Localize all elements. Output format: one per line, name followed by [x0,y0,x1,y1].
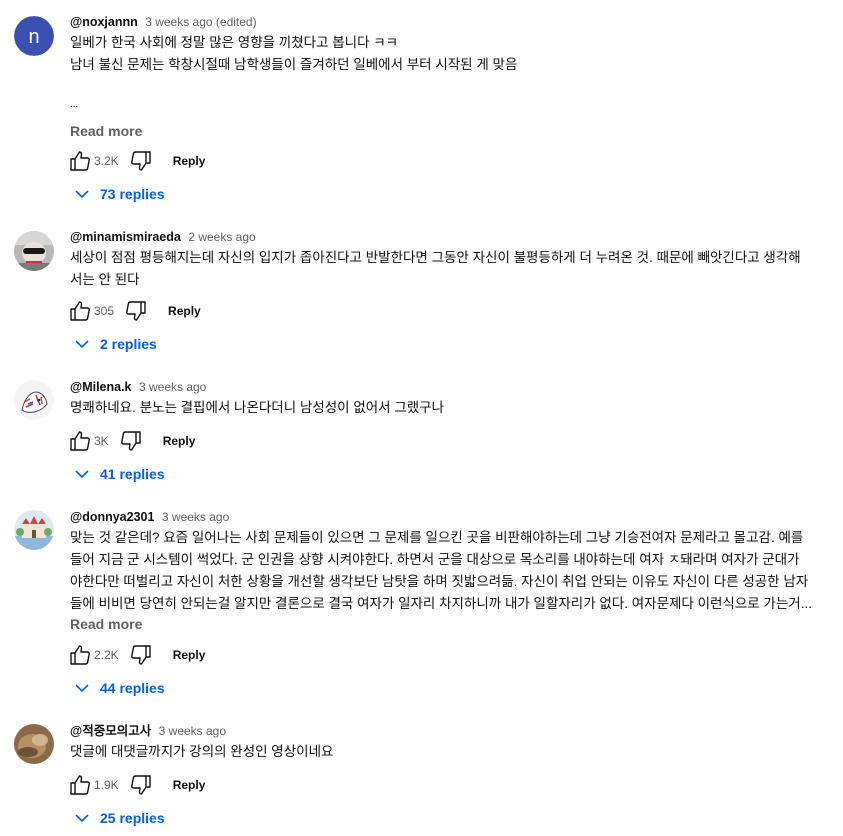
comment-text: 세상이 점점 평등해지는데 자신의 입지가 좁아진다고 반발한다면 그동안 자신… [70,247,830,291]
like-count: 3.2K [94,154,119,168]
reply-button[interactable]: Reply [173,154,206,168]
read-more-button[interactable]: Read more [70,122,142,140]
comment-time[interactable]: 3 weeks ago (edited) [145,15,256,29]
comment-text: 댓글에 대댓글까지가 강의의 완성인 영상이네요 [70,741,830,763]
avatar[interactable] [14,510,54,550]
chevron-down-icon [72,184,92,204]
view-replies-button[interactable]: 73 replies [68,176,173,212]
avatar-photo-icon [14,724,54,764]
comment-time[interactable]: 3 weeks ago [162,510,229,524]
dislike-icon[interactable] [129,643,153,667]
comment-toolbar: 305 Reply [68,299,201,323]
comment-toolbar: 3K Reply [68,429,195,453]
view-replies-button[interactable]: 25 replies [68,800,173,836]
comment-header: @minamismiraeda 2 weeks ago [70,228,256,246]
like-icon[interactable] [68,773,92,797]
like-icon[interactable] [68,429,92,453]
avatar[interactable] [14,231,54,271]
comment-author[interactable]: @minamismiraeda [70,230,181,244]
chevron-down-icon [72,464,92,484]
comment-line: 일베가 한국 사회에 정말 많은 영향을 끼쳤다고 봅니다 ㅋㅋ [70,35,399,50]
like-icon[interactable] [68,149,92,173]
view-replies-button[interactable]: 2 replies [68,326,165,362]
like-count: 2.2K [94,648,119,662]
avatar-illustration-icon [14,510,54,550]
dislike-icon[interactable] [119,429,143,453]
reply-button[interactable]: Reply [173,648,206,662]
like-icon[interactable] [68,299,92,323]
comment-header: @noxjannn 3 weeks ago (edited) [70,13,257,31]
comment-line: 세상이 점점 평등해지는데 자신의 입지가 좁아진다고 반발한다면 그동안 자신… [70,250,801,265]
view-replies-button[interactable]: 44 replies [68,670,173,706]
comment-toolbar: 2.2K Reply [68,643,205,667]
comment-author[interactable]: @Milena.k [70,380,132,394]
comment-header: @Milena.k 3 weeks ago [70,378,206,396]
comment-header: @donnya2301 3 weeks ago [70,508,229,526]
comment-author[interactable]: @donnya2301 [70,510,154,524]
comment-author[interactable]: @noxjannn [70,15,138,29]
view-replies-button[interactable]: 41 replies [68,456,173,492]
read-more-button[interactable]: Read more [70,615,142,633]
chevron-down-icon [72,808,92,828]
comment-line: ... [70,99,79,110]
comment-toolbar: 3.2K Reply [68,149,205,173]
comment-line: 서는 안 된다 [70,272,140,287]
dislike-icon[interactable] [129,773,153,797]
comment-toolbar: 1.9K Reply [68,773,205,797]
comment-author[interactable]: @적중모의고사 [70,724,151,738]
avatar-letter-icon: n [14,16,54,56]
replies-count-label: 25 replies [100,810,165,826]
like-icon[interactable] [68,643,92,667]
comment-header: @적중모의고사 3 weeks ago [70,722,226,740]
chevron-down-icon [72,334,92,354]
svg-text:n: n [28,26,39,48]
replies-count-label: 73 replies [100,186,165,202]
comment-text: 일베가 한국 사회에 정말 많은 영향을 끼쳤다고 봅니다 ㅋㅋ 남녀 불신 문… [70,32,830,112]
like-count: 1.9K [94,778,119,792]
avatar[interactable] [14,380,54,420]
comment-line: 들에 비비면 당연히 안되는걸 알지만 결론으로 결국 여자가 일자리 차지하니… [70,596,812,611]
comment-time[interactable]: 3 weeks ago [159,724,226,738]
reply-button[interactable]: Reply [163,434,196,448]
avatar[interactable]: n [14,16,54,56]
avatar-illustration-icon [14,380,54,420]
reply-button[interactable]: Reply [173,778,206,792]
comment-line: 맞는 것 같은데? 요즘 일어나는 사회 문제들이 있으면 그 문제를 일으킨 … [70,530,804,545]
comment-line: 야한다만 떠벌리고 자신이 처한 상황을 개선할 생각보단 남탓을 하며 짓밟으… [70,574,809,589]
like-count: 305 [94,304,115,318]
replies-count-label: 41 replies [100,466,165,482]
reply-button[interactable]: Reply [168,304,201,318]
comment-line: 명쾌하네요. 분노는 결핍에서 나온다더니 남성성이 없어서 그랬구나 [70,400,445,415]
comment-text: 명쾌하네요. 분노는 결핍에서 나온다더니 남성성이 없어서 그랬구나 [70,397,830,419]
dislike-icon[interactable] [129,149,153,173]
comment-time[interactable]: 2 weeks ago [188,230,255,244]
like-count: 3K [94,434,109,448]
comment-time[interactable]: 3 weeks ago [139,380,206,394]
comment-line [70,76,830,98]
comment-line: 들어 지금 군 시스템이 썩었다. 군 인권을 상향 시켜야한다. 하면서 군을… [70,552,800,567]
comment-line: 남녀 불신 문제는 학창시절때 남학생들이 즐겨하던 일베에서 부터 시작된 게… [70,57,518,72]
replies-count-label: 2 replies [100,336,157,352]
avatar-photo-icon [14,231,54,271]
dislike-icon[interactable] [124,299,148,323]
comment-text: 맞는 것 같은데? 요즘 일어나는 사회 문제들이 있으면 그 문제를 일으킨 … [70,527,830,615]
avatar[interactable] [14,724,54,764]
replies-count-label: 44 replies [100,680,165,696]
chevron-down-icon [72,678,92,698]
comment-line: 댓글에 대댓글까지가 강의의 완성인 영상이네요 [70,744,334,759]
